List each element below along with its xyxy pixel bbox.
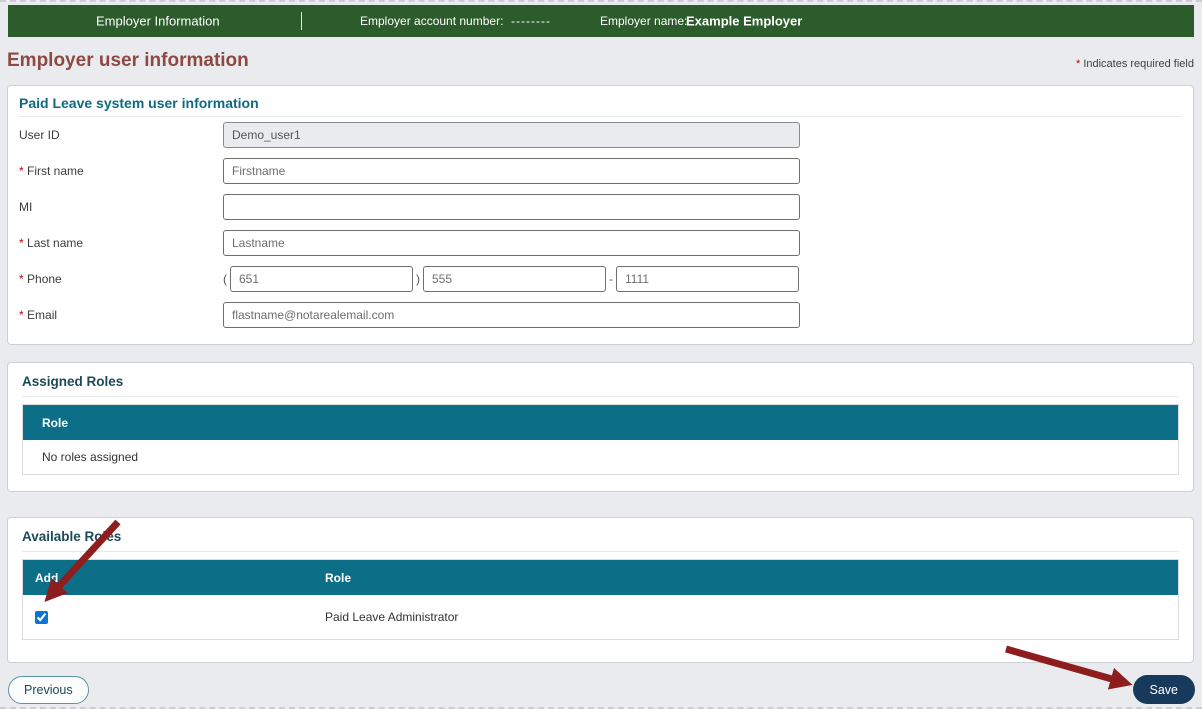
section-title-available-roles: Available Roles	[22, 529, 1179, 552]
phone-row: * Phone ( ) -	[19, 266, 1181, 292]
available-role-name: Paid Leave Administrator	[325, 610, 459, 624]
assigned-roles-panel: Assigned Roles Role No roles assigned	[7, 362, 1194, 492]
user-id-row: User ID	[19, 122, 1181, 148]
available-roles-table-header: Add Role	[23, 560, 1178, 595]
phone-close-paren: )	[416, 272, 420, 286]
email-row: * Email	[19, 302, 1181, 328]
employer-account-number-value: --------	[511, 14, 551, 28]
employer-name-value: Example Employer	[686, 13, 803, 29]
mi-row: MI	[19, 194, 1181, 220]
assigned-roles-table: Role No roles assigned	[22, 404, 1179, 475]
nav-employer-information[interactable]: Employer Information	[96, 14, 220, 29]
required-note-text: Indicates required field	[1083, 58, 1194, 70]
email-label: * Email	[19, 308, 58, 322]
last-name-label: * Last name	[19, 236, 84, 250]
first-name-label: * First name	[19, 164, 84, 178]
required-asterisk: *	[19, 308, 24, 322]
user-id-label: User ID	[19, 128, 60, 142]
required-field-note: * Indicates required field	[1076, 58, 1194, 70]
required-asterisk: *	[19, 236, 24, 250]
required-asterisk: *	[1075, 58, 1081, 70]
section-title-assigned-roles: Assigned Roles	[22, 374, 1179, 397]
phone-label: * Phone	[19, 272, 62, 286]
phone-prefix-input[interactable]	[423, 266, 606, 292]
add-role-checkbox[interactable]	[35, 610, 48, 624]
save-button[interactable]: Save	[1132, 675, 1195, 704]
page-title: Employer user information	[7, 50, 249, 71]
top-nav-bar: Employer Information Employer account nu…	[8, 5, 1194, 37]
available-roles-panel: Available Roles Add Role Paid Leave Admi…	[7, 517, 1194, 663]
last-name-row: * Last name	[19, 230, 1181, 256]
available-roles-table: Add Role Paid Leave Administrator	[22, 559, 1179, 640]
column-header-role: Role	[325, 570, 352, 585]
required-asterisk: *	[19, 164, 24, 178]
available-role-row: Paid Leave Administrator	[23, 595, 1178, 639]
phone-area-input[interactable]	[230, 266, 413, 292]
phone-open-paren: (	[223, 272, 227, 286]
user-id-input[interactable]	[223, 122, 800, 148]
user-info-form: User ID * First name MI * Last name	[19, 122, 1181, 328]
mi-input[interactable]	[223, 194, 800, 220]
required-asterisk: *	[19, 272, 24, 286]
phone-dash: -	[609, 272, 613, 286]
phone-line-input[interactable]	[616, 266, 799, 292]
first-name-row: * First name	[19, 158, 1181, 184]
first-name-input[interactable]	[223, 158, 800, 184]
nav-divider	[301, 12, 302, 30]
no-roles-assigned-text: No roles assigned	[42, 450, 139, 464]
phone-inputs: ( ) -	[223, 266, 800, 292]
section-title-user-info: Paid Leave system user information	[19, 95, 1181, 117]
screenshot-top-edge	[0, 0, 1202, 2]
employer-name-label: Employer name:	[600, 14, 688, 28]
column-header-add: Add	[35, 570, 59, 585]
previous-button[interactable]: Previous	[8, 676, 89, 704]
column-header-role: Role	[42, 415, 69, 430]
email-input[interactable]	[223, 302, 800, 328]
employer-account-number-label: Employer account number:	[360, 14, 504, 28]
assigned-roles-empty-row: No roles assigned	[23, 440, 1178, 474]
user-info-panel: Paid Leave system user information User …	[7, 85, 1194, 345]
mi-label: MI	[19, 200, 33, 214]
last-name-input[interactable]	[223, 230, 800, 256]
assigned-roles-table-header: Role	[23, 405, 1178, 440]
